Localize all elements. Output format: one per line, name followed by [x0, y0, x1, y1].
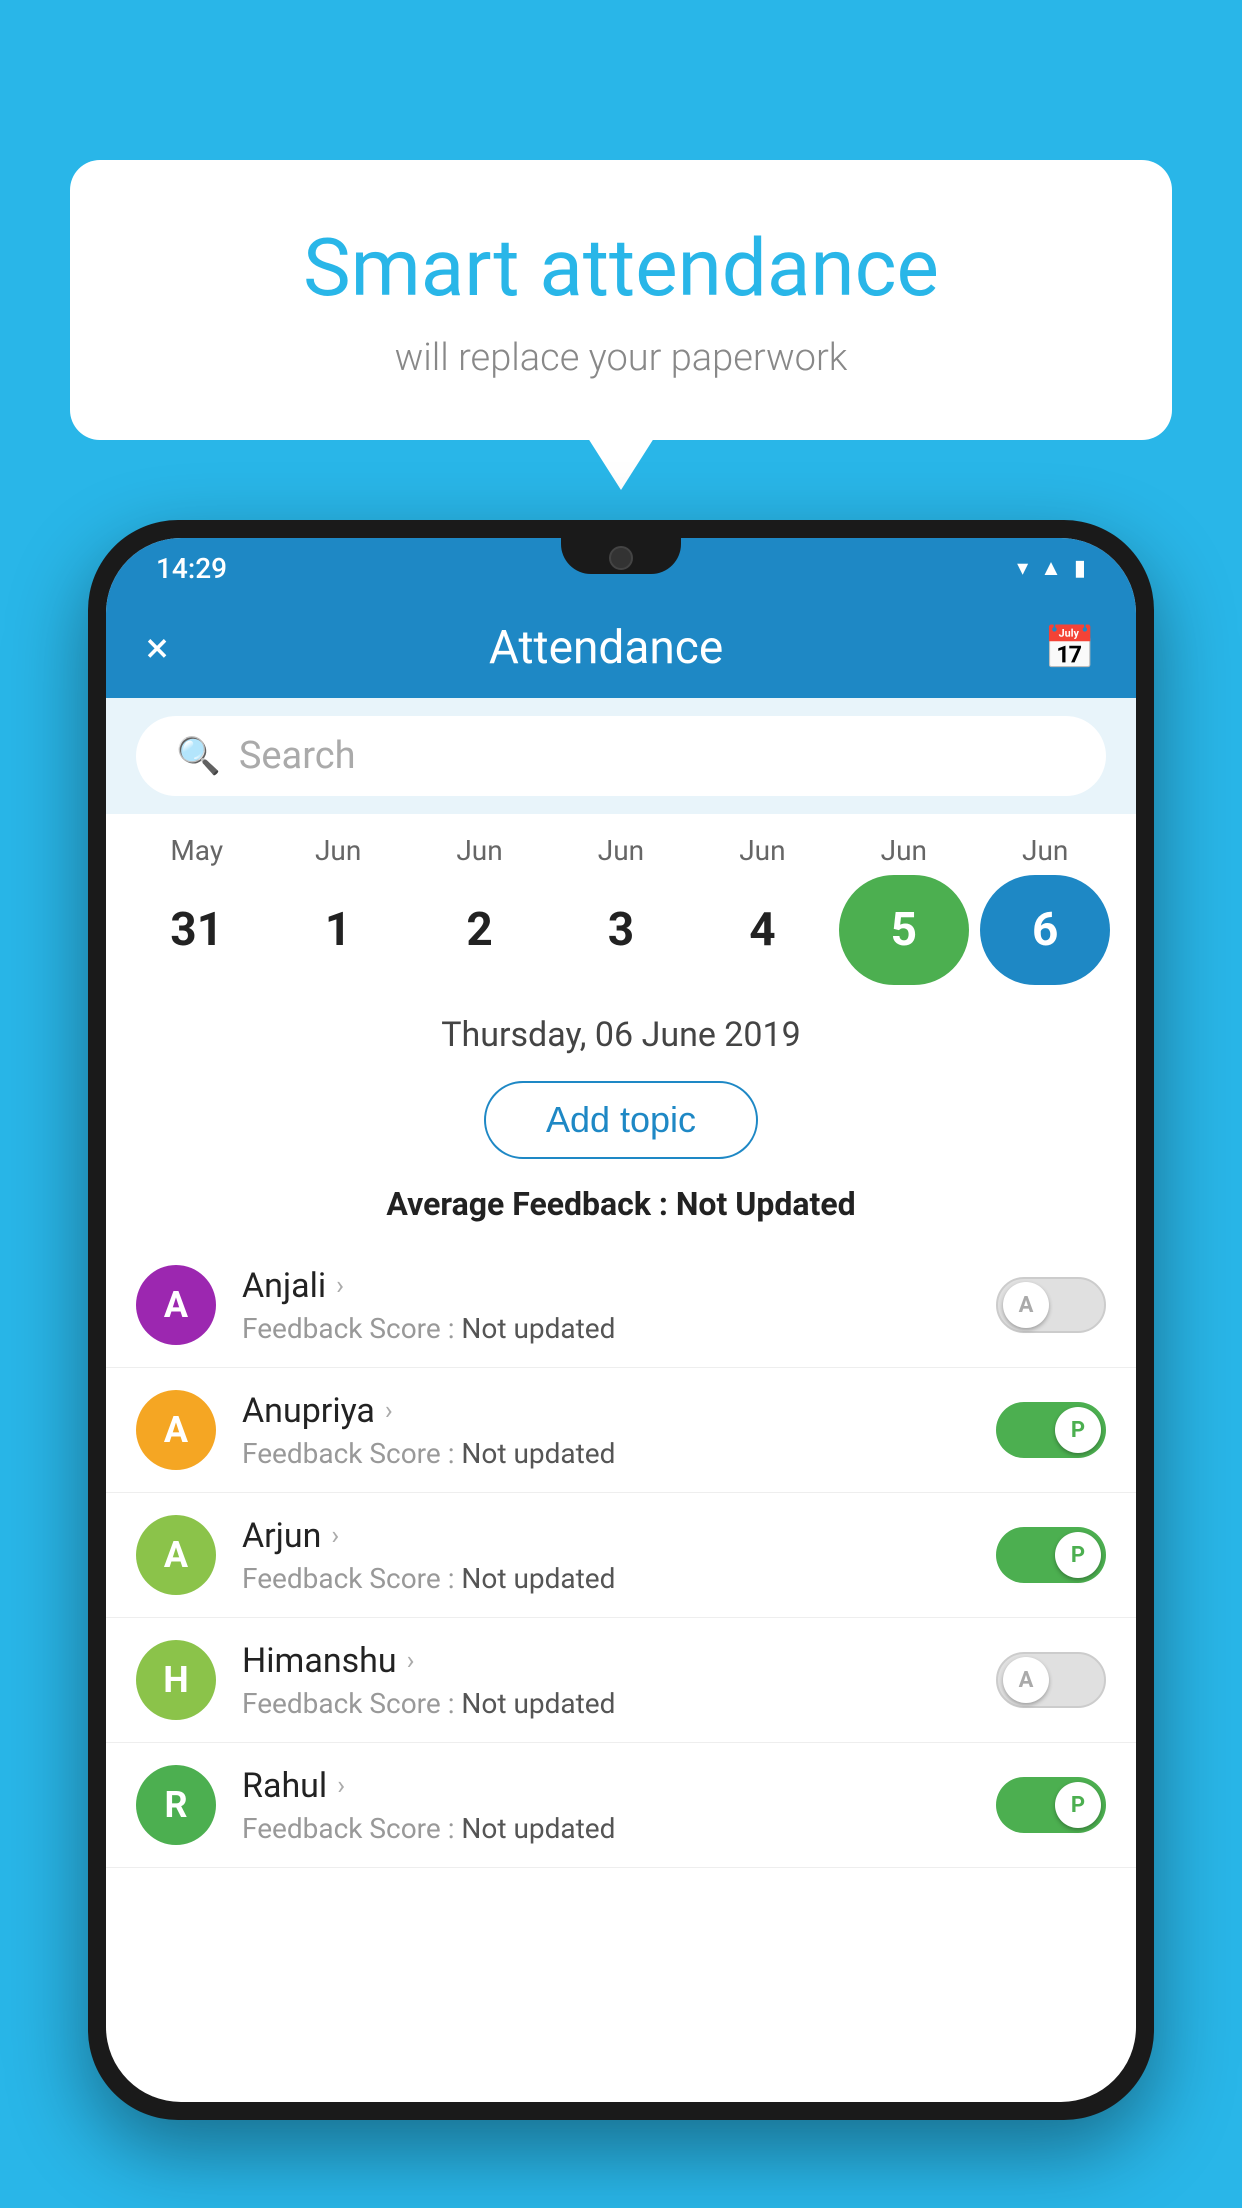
status-icons: ▾ ▲ ▮ — [1017, 555, 1086, 581]
student-feedback: Feedback Score : Not updated — [242, 1312, 970, 1345]
cal-day-5[interactable]: 5 — [839, 875, 969, 985]
student-avatar: A — [136, 1265, 216, 1345]
date-label: Thursday, 06 June 2019 — [441, 1015, 801, 1055]
student-item: A Anjali › Feedback Score : Not updated … — [106, 1243, 1136, 1368]
cal-day-2[interactable]: 2 — [415, 875, 545, 985]
signal-icon: ▲ — [1040, 555, 1062, 581]
cal-day-31[interactable]: 31 — [132, 875, 262, 985]
student-feedback: Feedback Score : Not updated — [242, 1562, 970, 1595]
cal-month-4: Jun — [697, 834, 827, 867]
feedback-value: Not updated — [461, 1812, 615, 1845]
page-title: Attendance — [489, 621, 723, 675]
student-name[interactable]: Anupriya › — [242, 1391, 970, 1431]
status-time: 14:29 — [156, 552, 227, 585]
attendance-toggle[interactable]: A — [996, 1652, 1106, 1708]
student-avatar: R — [136, 1765, 216, 1845]
bubble-title: Smart attendance — [150, 220, 1092, 316]
toggle-track: P — [996, 1527, 1106, 1583]
cal-month-2: Jun — [415, 834, 545, 867]
search-placeholder: Search — [239, 734, 356, 778]
wifi-icon: ▾ — [1017, 556, 1028, 581]
toggle-track: P — [996, 1777, 1106, 1833]
toggle-thumb: P — [1055, 1532, 1101, 1578]
feedback-value: Not updated — [461, 1312, 615, 1345]
date-info: Thursday, 06 June 2019 — [106, 995, 1136, 1065]
student-info: Anjali › Feedback Score : Not updated — [242, 1266, 970, 1345]
avg-feedback: Average Feedback : Not Updated — [106, 1175, 1136, 1243]
cal-month-5: Jun — [839, 834, 969, 867]
search-icon: 🔍 — [176, 735, 221, 777]
avg-feedback-label: Average Feedback : — [386, 1185, 675, 1223]
student-name[interactable]: Arjun › — [242, 1516, 970, 1556]
phone-screen: 14:29 ▾ ▲ ▮ × Attendance 📅 🔍 Search — [106, 538, 1136, 2102]
calendar-icon[interactable]: 📅 — [1044, 624, 1096, 673]
student-info: Rahul › Feedback Score : Not updated — [242, 1766, 970, 1845]
cal-month-6: Jun — [980, 834, 1110, 867]
student-name[interactable]: Rahul › — [242, 1766, 970, 1806]
toggle-track: P — [996, 1402, 1106, 1458]
chevron-right-icon: › — [336, 1271, 344, 1301]
search-container: 🔍 Search — [106, 698, 1136, 814]
attendance-toggle[interactable]: A — [996, 1277, 1106, 1333]
student-item: R Rahul › Feedback Score : Not updated P — [106, 1743, 1136, 1868]
student-info: Anupriya › Feedback Score : Not updated — [242, 1391, 970, 1470]
toggle-thumb: A — [1003, 1657, 1049, 1703]
student-item: H Himanshu › Feedback Score : Not update… — [106, 1618, 1136, 1743]
student-name[interactable]: Himanshu › — [242, 1641, 970, 1681]
toggle-thumb: P — [1055, 1407, 1101, 1453]
chevron-right-icon: › — [337, 1771, 345, 1801]
promo-section: Smart attendance will replace your paper… — [70, 160, 1172, 440]
student-avatar: A — [136, 1390, 216, 1470]
cal-day-1[interactable]: 1 — [273, 875, 403, 985]
cal-month-1: Jun — [273, 834, 403, 867]
toggle-track: A — [996, 1652, 1106, 1708]
attendance-toggle[interactable]: P — [996, 1527, 1106, 1583]
attendance-toggle[interactable]: P — [996, 1402, 1106, 1458]
close-button[interactable]: × — [146, 624, 168, 673]
add-topic-button[interactable]: Add topic — [484, 1081, 758, 1159]
search-bar[interactable]: 🔍 Search — [136, 716, 1106, 796]
cal-day-4[interactable]: 4 — [697, 875, 827, 985]
toggle-thumb: A — [1003, 1282, 1049, 1328]
student-list: A Anjali › Feedback Score : Not updated … — [106, 1243, 1136, 1868]
student-avatar: A — [136, 1515, 216, 1595]
toggle-track: A — [996, 1277, 1106, 1333]
toggle-thumb: P — [1055, 1782, 1101, 1828]
avg-feedback-value: Not Updated — [676, 1185, 856, 1223]
feedback-value: Not updated — [461, 1437, 615, 1470]
bubble-subtitle: will replace your paperwork — [150, 336, 1092, 380]
cal-month-0: May — [132, 834, 262, 867]
student-info: Himanshu › Feedback Score : Not updated — [242, 1641, 970, 1720]
cal-month-3: Jun — [556, 834, 686, 867]
student-feedback: Feedback Score : Not updated — [242, 1812, 970, 1845]
avg-feedback-text: Average Feedback : Not Updated — [386, 1185, 855, 1223]
battery-icon: ▮ — [1074, 556, 1086, 581]
student-info: Arjun › Feedback Score : Not updated — [242, 1516, 970, 1595]
phone-outer: 14:29 ▾ ▲ ▮ × Attendance 📅 🔍 Search — [88, 520, 1154, 2120]
student-item: A Arjun › Feedback Score : Not updated P — [106, 1493, 1136, 1618]
feedback-value: Not updated — [461, 1687, 615, 1720]
cal-day-6[interactable]: 6 — [980, 875, 1110, 985]
student-item: A Anupriya › Feedback Score : Not update… — [106, 1368, 1136, 1493]
phone-mockup: 14:29 ▾ ▲ ▮ × Attendance 📅 🔍 Search — [88, 520, 1154, 2208]
chevron-right-icon: › — [385, 1396, 393, 1426]
feedback-value: Not updated — [461, 1562, 615, 1595]
attendance-toggle[interactable]: P — [996, 1777, 1106, 1833]
phone-camera — [609, 546, 633, 570]
student-name[interactable]: Anjali › — [242, 1266, 970, 1306]
student-feedback: Feedback Score : Not updated — [242, 1687, 970, 1720]
speech-bubble: Smart attendance will replace your paper… — [70, 160, 1172, 440]
calendar-months: May Jun Jun Jun Jun Jun Jun — [126, 834, 1116, 867]
calendar-strip: May Jun Jun Jun Jun Jun Jun 31 1 2 3 4 5… — [106, 814, 1136, 995]
add-topic-container: Add topic — [106, 1065, 1136, 1175]
student-avatar: H — [136, 1640, 216, 1720]
student-feedback: Feedback Score : Not updated — [242, 1437, 970, 1470]
calendar-days: 31 1 2 3 4 5 6 — [126, 875, 1116, 985]
cal-day-3[interactable]: 3 — [556, 875, 686, 985]
top-bar: × Attendance 📅 — [106, 598, 1136, 698]
chevron-right-icon: › — [331, 1521, 339, 1551]
chevron-right-icon: › — [407, 1646, 415, 1676]
